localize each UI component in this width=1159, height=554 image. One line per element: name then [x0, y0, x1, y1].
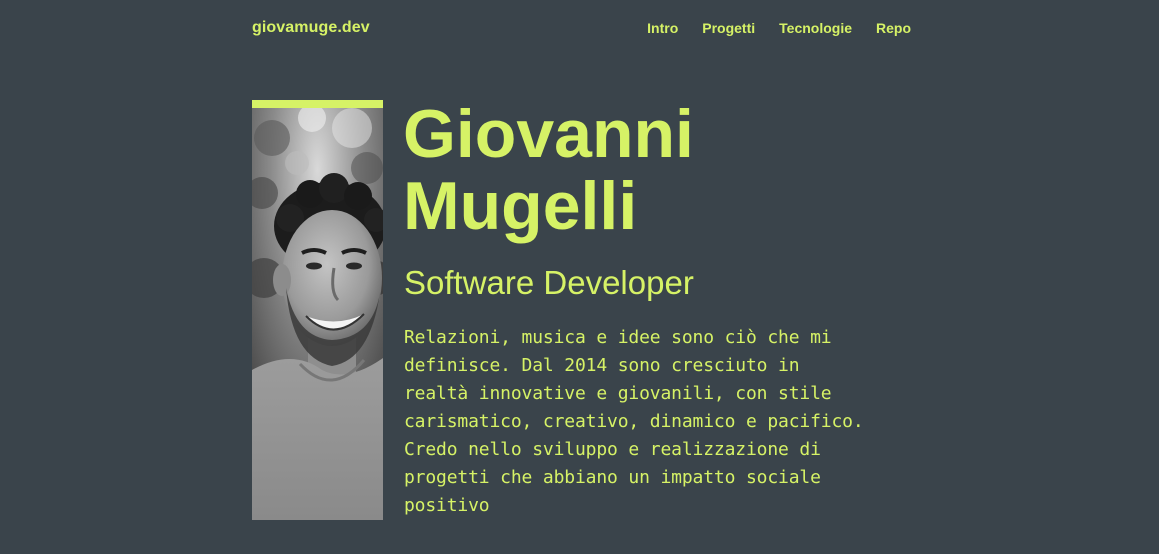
job-title: Software Developer [404, 264, 694, 301]
name-line-last: Mugelli [403, 168, 638, 244]
page-title: Giovanni Mugelli [403, 98, 903, 242]
photo-accent-bar [252, 100, 383, 108]
bio-text: Relazioni, musica e idee sono ciò che mi… [404, 327, 864, 516]
site-logo[interactable]: giovamuge.dev [252, 18, 370, 38]
profile-photo-frame [252, 100, 383, 520]
profile-photo [252, 108, 383, 520]
nav-link-intro[interactable]: Intro [647, 19, 678, 37]
nav-link-tecnologie[interactable]: Tecnologie [779, 19, 852, 37]
top-nav: Intro Progetti Tecnologie Repo [647, 19, 911, 37]
nav-link-progetti[interactable]: Progetti [702, 19, 755, 37]
name-line-first: Giovanni [403, 96, 694, 172]
nav-link-repo[interactable]: Repo [876, 19, 911, 37]
